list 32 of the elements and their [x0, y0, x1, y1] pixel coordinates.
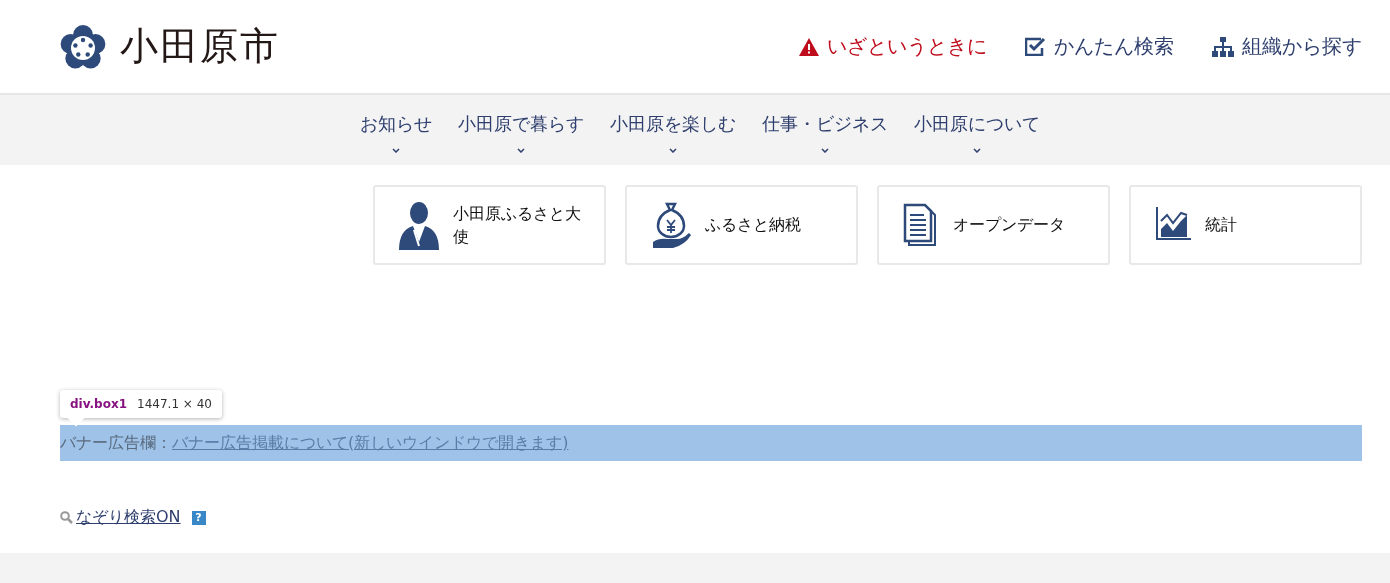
header-link[interactable]: 組織から探す: [1212, 33, 1362, 60]
chevron-down-icon: [517, 148, 525, 153]
chevron-down-icon: [973, 148, 981, 153]
element-size-label: 1447.1 × 40: [137, 397, 212, 411]
header-link[interactable]: いざというときに: [799, 33, 987, 60]
quick-link-card[interactable]: オープンデータ: [877, 185, 1110, 265]
banner-label: バナー広告欄：: [60, 432, 172, 454]
checkbox-icon: [1025, 37, 1046, 56]
search-icon: [60, 511, 73, 524]
document-icon: [903, 203, 939, 247]
help-icon[interactable]: ?: [191, 510, 206, 525]
quick-link-card[interactable]: 統計: [1129, 185, 1362, 265]
hierarchy-icon: [1212, 36, 1234, 57]
chevron-down-icon: [392, 148, 400, 153]
nav-menu-item[interactable]: 小田原を楽しむ: [610, 95, 736, 165]
chevron-down-icon: [669, 148, 677, 153]
plum-flower-logo-icon: [60, 24, 106, 69]
header-link[interactable]: かんたん検索: [1025, 33, 1174, 60]
person-icon: [399, 200, 439, 250]
element-selector-label: div.box1: [70, 397, 128, 411]
warning-icon: [799, 37, 819, 56]
nav-menu-item[interactable]: お知らせ: [360, 95, 432, 165]
nav-menu-item[interactable]: 仕事・ビジネス: [762, 95, 888, 165]
bar-chart-icon: [1155, 207, 1191, 243]
nav-menu-item[interactable]: 小田原で暮らす: [458, 95, 584, 165]
nav-menu-item[interactable]: 小田原について: [914, 95, 1040, 165]
trace-search-link[interactable]: なぞり検索ON: [76, 507, 181, 528]
quick-link-card[interactable]: ふるさと納税: [625, 185, 858, 265]
quick-link-card[interactable]: 小田原ふるさと大使: [373, 185, 606, 265]
site-logo-text[interactable]: 小田原市: [120, 21, 280, 72]
money-bag-hand-icon: [651, 200, 691, 250]
chevron-down-icon: [821, 148, 829, 153]
